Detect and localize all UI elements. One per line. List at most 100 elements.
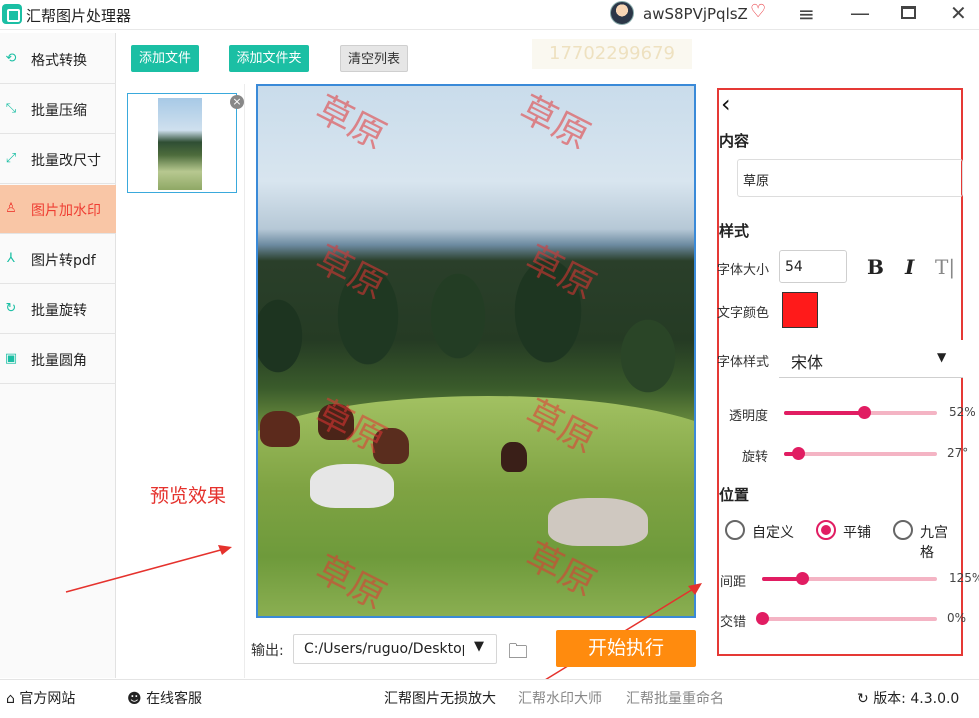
- horse: [260, 411, 300, 447]
- spacing-slider[interactable]: [762, 572, 937, 585]
- radio-nine-grid[interactable]: [893, 520, 913, 540]
- start-button[interactable]: 开始执行: [556, 630, 696, 667]
- position-section-title: 位置: [719, 486, 750, 504]
- radio-tile[interactable]: [816, 520, 836, 540]
- resize-icon: ⤢: [5, 151, 17, 166]
- app-title: 汇帮图片处理器: [26, 7, 132, 25]
- font-style-label: 字体样式: [717, 355, 770, 370]
- version-info: ↻ 版本: 4.3.0.0: [857, 688, 959, 708]
- version-label: 版本:: [873, 691, 906, 707]
- text-color-swatch[interactable]: [782, 292, 818, 328]
- maximize-icon[interactable]: [901, 6, 916, 19]
- spacing-label: 间距: [720, 575, 747, 590]
- watermark-text-value: 草原: [743, 174, 770, 189]
- horse: [310, 464, 394, 508]
- watermark-text: 草原: [513, 88, 596, 158]
- slider-knob[interactable]: [796, 572, 810, 585]
- font-family-select[interactable]: 宋体 ▼: [779, 340, 963, 378]
- minimize-icon[interactable]: —: [850, 1, 870, 25]
- sidebar-item-label: 格式转换: [31, 53, 87, 69]
- rotate-slider[interactable]: [784, 447, 937, 460]
- annotation-label: 预览效果: [150, 485, 227, 507]
- slider-fill: [784, 411, 864, 415]
- slider-knob[interactable]: [756, 612, 769, 625]
- sidebar-item-format-convert[interactable]: ⟲ 格式转换: [0, 35, 116, 84]
- radio-tile-label[interactable]: 平铺: [843, 522, 871, 542]
- sidebar-item-label: 批量改尺寸: [31, 153, 101, 169]
- username[interactable]: awS8PVjPqlsZ: [643, 5, 748, 23]
- app-icon: [2, 4, 22, 24]
- add-folder-button[interactable]: 添加文件夹: [229, 45, 309, 72]
- watermark-text: 草原: [309, 88, 392, 158]
- file-thumbnail[interactable]: ×: [127, 93, 244, 193]
- rotate-value: 27°: [947, 446, 969, 460]
- dropdown-arrow-icon: ▼: [937, 350, 947, 364]
- stagger-value: 0%: [947, 611, 967, 625]
- sidebar-item-to-pdf[interactable]: ⅄ 图片转pdf: [0, 235, 116, 284]
- heart-icon[interactable]: ♡: [750, 1, 766, 22]
- overlay-text: 17702299679: [532, 39, 692, 69]
- slider-knob[interactable]: [857, 406, 871, 419]
- sidebar-item-label: 批量旋转: [31, 303, 87, 319]
- compress-icon: ⤡: [5, 101, 17, 116]
- spacing-value: 125%: [949, 571, 979, 585]
- home-icon: ⌂: [6, 691, 15, 707]
- slider-knob[interactable]: [791, 447, 805, 460]
- add-file-button[interactable]: 添加文件: [131, 45, 199, 72]
- text-color-label: 文字颜色: [717, 306, 770, 321]
- online-service-label: 在线客服: [146, 691, 203, 707]
- style-section-title: 样式: [719, 222, 750, 240]
- sidebar-item-label: 批量压缩: [31, 103, 87, 119]
- output-path-value: C:/Users/ruguo/Desktop: [304, 641, 464, 657]
- menu-icon[interactable]: ≡: [798, 2, 815, 26]
- sidebar-item-batch-rotate[interactable]: ↻ 批量旋转: [0, 285, 116, 334]
- opacity-value: 52%: [949, 405, 976, 419]
- sidebar-item-round-corner[interactable]: ▣ 批量圆角: [0, 335, 116, 384]
- output-path-select[interactable]: C:/Users/ruguo/Desktop ▼: [293, 634, 497, 664]
- opacity-slider[interactable]: [784, 406, 937, 419]
- chevron-left-icon[interactable]: ‹: [721, 90, 731, 118]
- italic-button[interactable]: I: [905, 255, 914, 279]
- footer: ⌂ 官方网站 ☻ 在线客服 汇帮图片无损放大 汇帮水印大师 汇帮批量重命名 ↻ …: [0, 679, 979, 718]
- avatar[interactable]: [610, 1, 634, 25]
- sidebar-item-label: 图片加水印: [31, 203, 101, 219]
- footer-link-watermark[interactable]: 汇帮水印大师: [518, 688, 602, 708]
- radio-nine-grid-label[interactable]: 九宫格: [920, 522, 961, 562]
- pdf-icon: ⅄: [7, 251, 15, 266]
- opacity-label: 透明度: [729, 409, 769, 424]
- format-icon: ⟲: [5, 51, 17, 66]
- dropdown-arrow-icon: ▼: [474, 639, 484, 654]
- version-value: 4.3.0.0: [910, 691, 960, 707]
- font-size-input[interactable]: 54: [779, 250, 847, 283]
- folder-icon[interactable]: 🗀: [508, 637, 528, 671]
- watermark-icon: ♙: [5, 201, 17, 216]
- stagger-slider[interactable]: [756, 612, 937, 625]
- font-family-value: 宋体: [791, 353, 824, 372]
- radio-custom[interactable]: [725, 520, 745, 540]
- remove-file-icon[interactable]: ×: [230, 95, 244, 109]
- watermark-preview: 草原 草原 草原 草原 草原 草原 草原 草原: [256, 84, 696, 618]
- sidebar: ⟲ 格式转换 ⤡ 批量压缩 ⤢ 批量改尺寸 ♙ 图片加水印 ⅄ 图片转pdf ↻…: [0, 33, 116, 678]
- sidebar-item-watermark[interactable]: ♙ 图片加水印: [0, 185, 116, 234]
- footer-link-rename[interactable]: 汇帮批量重命名: [626, 688, 724, 708]
- official-site-label: 官方网站: [19, 691, 76, 707]
- file-list: ×: [117, 84, 245, 678]
- watermark-text-input[interactable]: 草原: [737, 159, 963, 197]
- bold-button[interactable]: B: [867, 255, 884, 279]
- online-service-link[interactable]: ☻ 在线客服: [127, 688, 202, 708]
- radio-custom-label[interactable]: 自定义: [752, 522, 794, 542]
- sidebar-item-batch-resize[interactable]: ⤢ 批量改尺寸: [0, 135, 116, 184]
- refresh-icon: ↻: [857, 691, 869, 707]
- footer-link-upscale[interactable]: 汇帮图片无损放大: [384, 688, 496, 708]
- sidebar-item-batch-compress[interactable]: ⤡ 批量压缩: [0, 85, 116, 134]
- title-bar: 汇帮图片处理器 awS8PVjPqlsZ ♡ ≡ — ✕: [0, 0, 979, 30]
- font-size-label: 字体大小: [717, 263, 770, 278]
- clear-list-button[interactable]: 清空列表: [340, 45, 408, 72]
- content-section-title: 内容: [719, 132, 750, 150]
- rotate-icon: ↻: [5, 301, 17, 316]
- thumbnail-image: [158, 98, 202, 190]
- official-site-link[interactable]: ⌂ 官方网站: [6, 688, 75, 708]
- text-format-button[interactable]: T|: [935, 255, 955, 279]
- horse: [501, 442, 527, 472]
- close-icon[interactable]: ✕: [950, 1, 967, 25]
